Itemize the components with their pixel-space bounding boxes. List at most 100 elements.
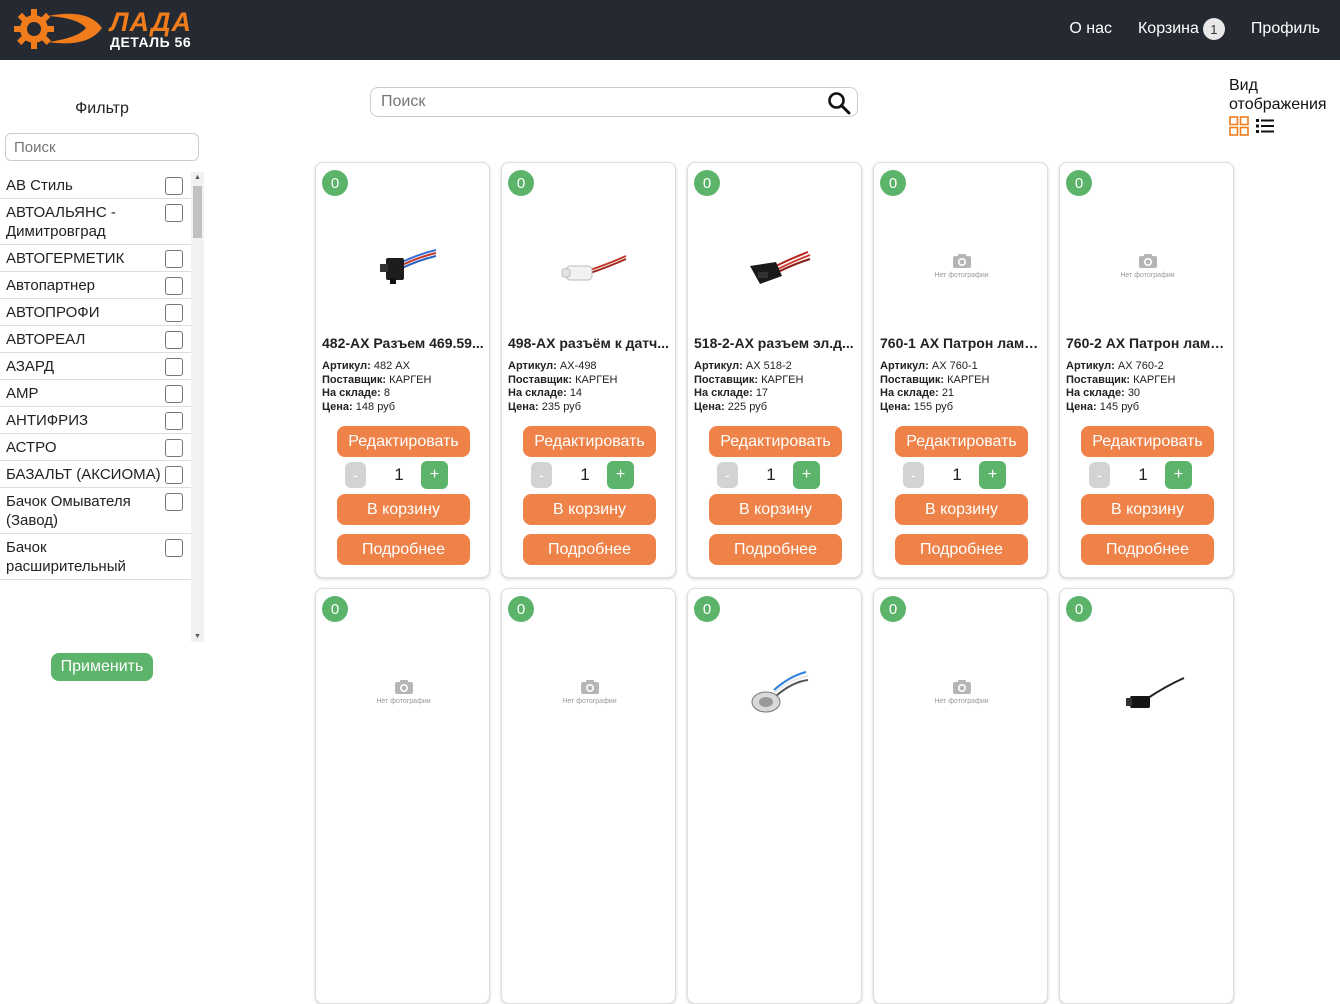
product-image[interactable] [688,198,861,333]
quantity-value[interactable]: 1 [761,465,781,485]
increase-qty-button[interactable]: + [607,461,634,489]
product-card[interactable]: 0 Нет фотографии [501,588,676,1004]
brand-filter-checkbox[interactable] [165,277,183,295]
details-button[interactable]: Подробнее [523,534,656,565]
product-card[interactable]: 0 Нет фотографии [873,588,1048,1004]
product-image[interactable] [316,198,489,333]
product-card[interactable]: 0 482-АХ Разъем 469.59... Артикул: 482 АХ П… [315,162,490,578]
product-image[interactable] [1060,624,1233,759]
quantity-value[interactable]: 1 [1133,465,1153,485]
product-title[interactable]: 498-АХ разъём к датч... [508,335,672,351]
scrollbar-thumb[interactable] [193,186,202,238]
brand-filter-item[interactable]: АВТОРЕАЛ [0,326,191,353]
decrease-qty-button[interactable]: - [717,462,738,488]
brand-filter-item[interactable]: АВ Стиль [0,172,191,199]
cart-qty-badge: 0 [880,170,906,196]
brand-filter-checkbox[interactable] [165,539,183,557]
product-image[interactable] [502,198,675,333]
product-stock: 30 [1127,387,1141,399]
increase-qty-button[interactable]: + [421,461,448,489]
product-card[interactable]: 0 518-2-АХ разъем эл.д... Артикул: АХ 518-… [687,162,862,578]
brand-filter-checkbox[interactable] [165,304,183,322]
product-title[interactable]: 482-АХ Разъем 469.59... [322,335,486,351]
brand-filter-item[interactable]: Автопартнер [0,272,191,299]
brand-filter-checkbox[interactable] [165,177,183,195]
product-card[interactable]: 0 Нет фотографии [315,588,490,1004]
details-button[interactable]: Подробнее [337,534,470,565]
brand-filter-item[interactable]: Бачок расширительный [0,534,191,580]
site-logo[interactable]: ЛАДА ДЕТАЛЬ 56 [8,6,192,52]
list-view-icon[interactable] [1255,116,1275,136]
product-image[interactable]: Нет фотографии [316,624,489,759]
details-button[interactable]: Подробнее [709,534,842,565]
add-to-cart-button[interactable]: В корзину [895,494,1028,525]
edit-button[interactable]: Редактировать [523,426,656,457]
brand-filter-checkbox[interactable] [165,493,183,511]
product-card[interactable]: 0 [1059,588,1234,1004]
scroll-up-arrow-icon[interactable]: ▲ [191,174,204,181]
brand-filter-checkbox[interactable] [165,439,183,457]
nav-about-link[interactable]: О нас [1069,20,1112,38]
brand-filter-item[interactable]: Бачок Омывателя (Завод) [0,488,191,534]
brand-filter-checkbox[interactable] [165,412,183,430]
brand-filter-checkbox[interactable] [165,250,183,268]
add-to-cart-button[interactable]: В корзину [523,494,656,525]
brand-filter-checkbox[interactable] [165,331,183,349]
brand-filter-checkbox[interactable] [165,204,183,222]
edit-button[interactable]: Редактировать [709,426,842,457]
add-to-cart-button[interactable]: В корзину [709,494,842,525]
product-title[interactable]: 760-1 АХ Патрон ламп... [880,335,1044,351]
product-image[interactable]: Нет фотографии [874,624,1047,759]
add-to-cart-button[interactable]: В корзину [337,494,470,525]
increase-qty-button[interactable]: + [1165,461,1192,489]
grid-view-icon[interactable] [1229,116,1249,136]
apply-filter-button[interactable]: Применить [51,653,153,681]
product-image[interactable]: Нет фотографии [502,624,675,759]
nav-profile-link[interactable]: Профиль [1251,20,1320,38]
product-title[interactable]: 760-2 АХ Патрон ламп... [1066,335,1230,351]
add-to-cart-button[interactable]: В корзину [1081,494,1214,525]
brand-filter-item[interactable]: АНТИФРИЗ [0,407,191,434]
details-button[interactable]: Подробнее [1081,534,1214,565]
brand-filter-item[interactable]: АЗАРД [0,353,191,380]
brand-filter-item[interactable]: АВТОГЕРМЕТИК [0,245,191,272]
quantity-value[interactable]: 1 [389,465,409,485]
brand-filter-item[interactable]: АСТРО [0,434,191,461]
product-card[interactable]: 0 Нет фотографии 760-2 АХ Патрон ламп... Ар… [1059,162,1234,578]
product-stock: 21 [941,387,955,399]
product-image[interactable] [688,624,861,759]
brand-filter-checkbox[interactable] [165,466,183,484]
product-title[interactable]: 518-2-АХ разъем эл.д... [694,335,858,351]
brand-filter-item[interactable]: АМР [0,380,191,407]
quantity-value[interactable]: 1 [947,465,967,485]
decrease-qty-button[interactable]: - [531,462,552,488]
brand-filter-checkbox[interactable] [165,385,183,403]
brand-filter-item[interactable]: АВТОАЛЬЯНС - Димитровград [0,199,191,245]
nav-cart-link[interactable]: Корзина 1 [1138,18,1225,40]
product-image[interactable]: Нет фотографии [1060,198,1233,333]
brand-filter-list[interactable]: АВ Стиль АВТОАЛЬЯНС - Димитровград АВТОГЕР… [0,172,191,642]
brand-filter-checkbox[interactable] [165,358,183,376]
details-button[interactable]: Подробнее [895,534,1028,565]
search-icon[interactable] [827,91,851,115]
brand-list-scrollbar[interactable]: ▲ ▼ [191,172,204,642]
product-card[interactable]: 0 Нет фотографии 760-1 АХ Патрон ламп... Ар… [873,162,1048,578]
increase-qty-button[interactable]: + [793,461,820,489]
increase-qty-button[interactable]: + [979,461,1006,489]
decrease-qty-button[interactable]: - [903,462,924,488]
edit-button[interactable]: Редактировать [1081,426,1214,457]
product-search-input[interactable] [381,92,801,112]
stock-label: На складе: [322,387,381,399]
edit-button[interactable]: Редактировать [895,426,1028,457]
product-card[interactable]: 0 498-АХ разъём к датч... Артикул: АХ-498 П… [501,162,676,578]
edit-button[interactable]: Редактировать [337,426,470,457]
brand-filter-item[interactable]: БАЗАЛЬТ (АКСИОМА) [0,461,191,488]
filter-search-input[interactable] [5,133,199,161]
quantity-value[interactable]: 1 [575,465,595,485]
product-card[interactable]: 0 [687,588,862,1004]
decrease-qty-button[interactable]: - [1089,462,1110,488]
brand-filter-item[interactable]: АВТОПРОФИ [0,299,191,326]
scroll-down-arrow-icon[interactable]: ▼ [191,633,204,640]
decrease-qty-button[interactable]: - [345,462,366,488]
product-image[interactable]: Нет фотографии [874,198,1047,333]
